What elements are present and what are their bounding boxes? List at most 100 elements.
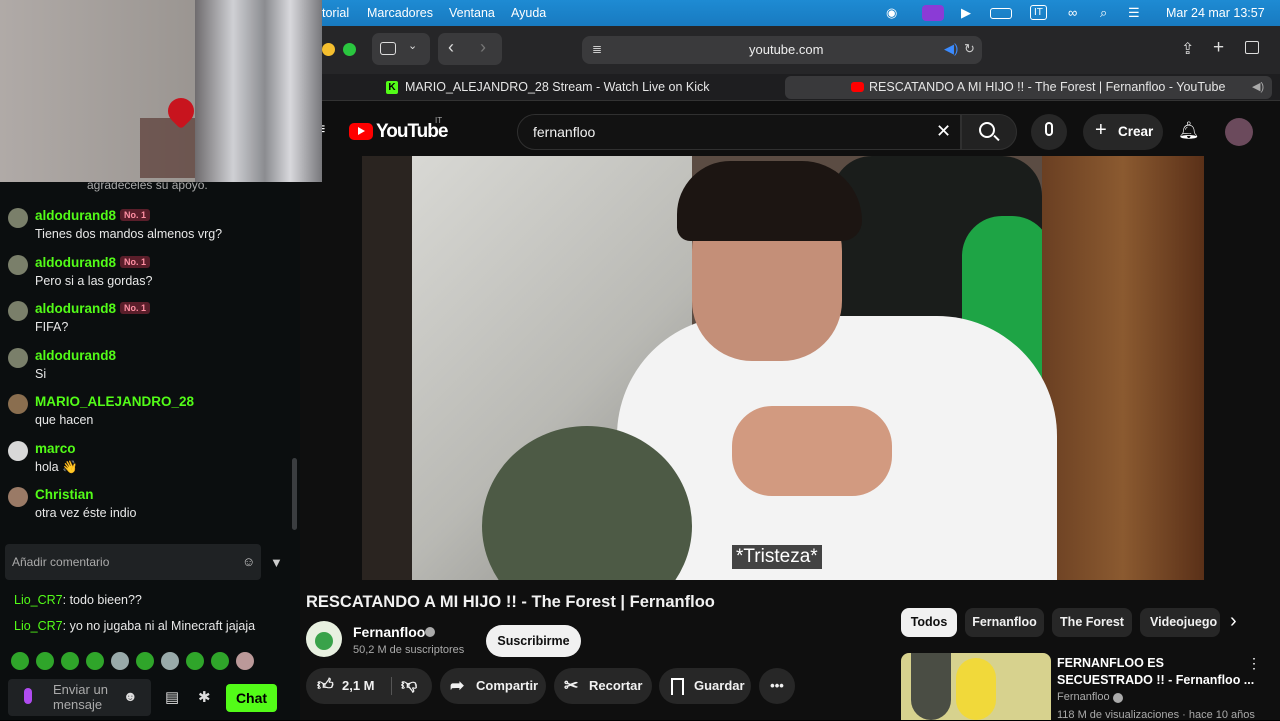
chip-todos[interactable]: Todos (901, 608, 957, 637)
emote-icon[interactable] (161, 652, 179, 670)
video-player[interactable]: *Tristeza* (362, 156, 1204, 580)
minimize-button[interactable] (322, 43, 335, 56)
like-icon[interactable]: 👍︎ (317, 668, 334, 704)
new-tab-icon[interactable]: + (1213, 37, 1224, 59)
chat-text: Pero si a las gordas? (35, 274, 153, 288)
search-button[interactable] (961, 114, 1017, 150)
chat-username[interactable]: aldodurand8 (35, 348, 116, 363)
store-icon[interactable]: ▤ (165, 688, 179, 706)
play-icon[interactable]: ▶ (961, 5, 971, 21)
input-source-icon[interactable]: IT (1030, 5, 1047, 20)
filter-icon[interactable]: ▼ (270, 555, 283, 570)
recommended-channel[interactable]: Fernanfloo (1057, 691, 1110, 703)
notifications-icon[interactable]: 🔔︎ (1178, 121, 1200, 141)
chat-username[interactable]: MARIO_ALEJANDRO_28 (35, 394, 194, 409)
avatar (8, 487, 28, 507)
emote-icon[interactable] (111, 652, 129, 670)
menu-item[interactable]: Marcadores (367, 6, 433, 20)
tab-label: RESCATANDO A MI HIJO !! - The Forest | F… (869, 80, 1226, 94)
like-dislike-group: 👍︎ 2,1 M 👎︎ (306, 668, 432, 704)
chat-username[interactable]: Lio_CR7 (14, 593, 63, 607)
speaker-icon[interactable]: ◀) (944, 41, 958, 57)
url-bar[interactable]: ≣ youtube.com ◀) ↻ (582, 36, 982, 64)
emoji-icon[interactable]: ☻ (123, 688, 138, 704)
datetime[interactable]: Mar 24 mar 13:57 (1166, 6, 1265, 20)
share-button[interactable]: ➦ Compartir (440, 668, 546, 704)
tab-kick[interactable]: K MARIO_ALEJANDRO_28 Stream - Watch Live… (386, 76, 782, 99)
mic-icon[interactable] (24, 688, 32, 704)
emote-icon[interactable] (186, 652, 204, 670)
menu-item[interactable]: torial (322, 6, 349, 20)
screen-record-icon[interactable] (922, 5, 944, 21)
reader-icon[interactable]: ≣ (592, 42, 602, 56)
chat-username[interactable]: Lio_CR7 (14, 619, 63, 633)
chat-username[interactable]: aldodurand8 (35, 255, 116, 270)
clear-search-icon[interactable]: ✕ (936, 121, 951, 142)
status-icon[interactable]: ◉ (886, 5, 897, 21)
avatar (8, 348, 28, 368)
more-actions-button[interactable]: ••• (759, 668, 795, 704)
bookmark-icon (671, 678, 684, 695)
avatar[interactable] (1225, 118, 1253, 146)
chip-videojuegos[interactable]: Videojuego (1140, 608, 1220, 637)
comment-input[interactable]: Añadir comentario ☺ (5, 544, 261, 580)
voice-search-button[interactable] (1031, 114, 1067, 150)
webcam-shelf (140, 118, 195, 178)
forward-icon[interactable]: › (480, 37, 486, 58)
chip-fernanfloo[interactable]: Fernanfloo (965, 608, 1044, 637)
tab-label: MARIO_ALEJANDRO_28 Stream - Watch Live o… (405, 80, 710, 94)
video-hand (732, 406, 892, 496)
back-icon[interactable]: ‹ (448, 37, 454, 58)
sidebar-toggle-button[interactable]: ⌄ (372, 33, 430, 65)
battery-icon[interactable] (990, 8, 1012, 19)
link-icon[interactable]: ∞ (1068, 5, 1077, 20)
emote-icon[interactable] (61, 652, 79, 670)
chat-username[interactable]: Christian (35, 487, 94, 502)
subscribe-button[interactable]: Suscribirme (486, 625, 581, 657)
tab-youtube[interactable]: RESCATANDO A MI HIJO !! - The Forest | F… (785, 76, 1272, 99)
chat-text: que hacen (35, 413, 94, 427)
emote-icon[interactable] (236, 652, 254, 670)
dislike-icon[interactable]: 👎︎ (401, 668, 417, 704)
control-center-icon[interactable]: ☰ (1128, 5, 1140, 21)
url-text[interactable]: youtube.com (749, 42, 823, 57)
menu-item[interactable]: Ventana (449, 6, 495, 20)
channel-name[interactable]: Fernanfloo (353, 624, 425, 640)
chat-username[interactable]: aldodurand8 (35, 208, 116, 223)
like-count[interactable]: 2,1 M (342, 668, 375, 704)
tab-audio-icon[interactable]: ◀) (1252, 76, 1264, 99)
webcam-curtain (195, 0, 322, 182)
avatar (8, 301, 28, 321)
recommended-title[interactable]: FERNANFLOO ES SECUESTRADO !! - Fernanflo… (1057, 655, 1254, 689)
verified-icon (425, 627, 435, 637)
chat-username[interactable]: marco (35, 441, 76, 456)
more-vert-icon[interactable]: ⋮ (1247, 655, 1261, 672)
channel-avatar[interactable] (306, 621, 342, 657)
chat-send-button[interactable]: Chat (226, 684, 277, 712)
chat-username[interactable]: aldodurand8 (35, 301, 116, 316)
share-icon[interactable]: ⇪ (1181, 39, 1194, 59)
emote-icon[interactable] (86, 652, 104, 670)
send-message-input[interactable]: Enviar un mensaje ☻ (8, 679, 151, 716)
chat-scrollbar[interactable] (292, 458, 297, 530)
reload-icon[interactable]: ↻ (964, 41, 975, 57)
recommended-thumbnail[interactable] (901, 653, 1051, 720)
search-input[interactable]: fernanfloo ✕ (517, 114, 961, 150)
emote-icon[interactable] (136, 652, 154, 670)
menu-item[interactable]: Ayuda (511, 6, 546, 20)
clip-button[interactable]: ✂ Recortar (554, 668, 652, 704)
chip-the-forest[interactable]: The Forest (1052, 608, 1132, 637)
chat-text: FIFA? (35, 320, 69, 334)
emoji-icon[interactable]: ☺ (242, 554, 255, 569)
emote-icon[interactable] (211, 652, 229, 670)
settings-icon[interactable]: ✱ (198, 688, 211, 706)
emote-icon[interactable] (36, 652, 54, 670)
emote-icon[interactable] (11, 652, 29, 670)
tab-overview-icon[interactable] (1245, 41, 1259, 54)
chevron-right-icon[interactable]: › (1230, 610, 1237, 633)
clip-label: Recortar (589, 678, 643, 693)
search-icon[interactable]: ⌕ (1100, 5, 1107, 21)
zoom-button[interactable] (343, 43, 356, 56)
save-button[interactable]: Guardar (659, 668, 751, 704)
create-button[interactable]: + Crear (1083, 114, 1163, 150)
